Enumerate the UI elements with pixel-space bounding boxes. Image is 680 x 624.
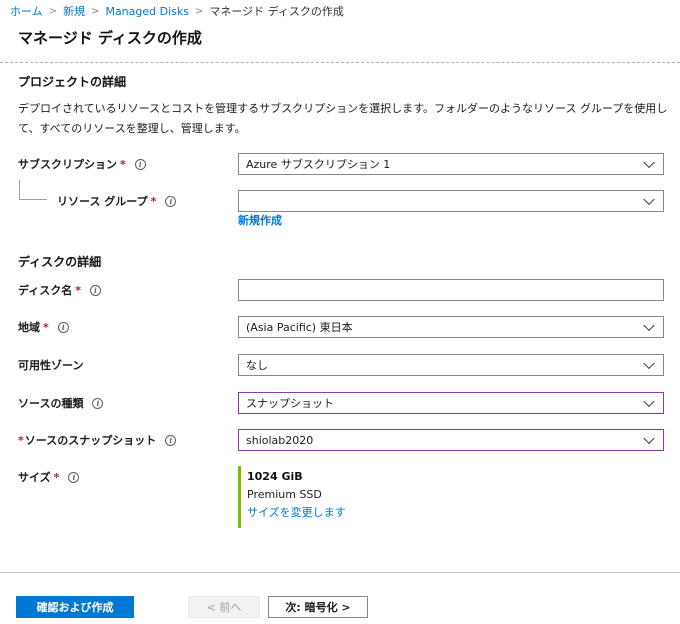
size-value: 1024 GiB [247,470,303,483]
resource-group-select[interactable] [238,190,664,212]
source-snapshot-label: * ソースのスナップショット i [18,430,177,450]
required-marker: * [43,320,49,334]
info-icon[interactable]: i [165,195,177,207]
disk-details-heading: ディスクの詳細 [18,255,102,269]
create-new-resource-group-link[interactable]: 新規作成 [238,212,282,228]
tree-connector [19,180,47,200]
header-divider [0,62,680,63]
info-icon[interactable]: i [68,471,80,483]
source-type-select[interactable]: スナップショット [238,392,664,414]
availability-zone-select-value: なし [246,359,268,372]
info-icon[interactable]: i [165,434,177,446]
size-label-text: サイズ [18,471,51,484]
availability-zone-label-text: 可用性ゾーン [18,359,84,372]
disk-name-field[interactable] [246,280,663,300]
chevron-down-icon [643,432,655,445]
required-marker: * [53,470,60,484]
chevron-down-icon [643,156,655,169]
review-create-button[interactable]: 確認および作成 [16,596,134,618]
required-marker: * [150,194,157,208]
disk-name-label-text: ディスク名 [18,284,73,297]
region-select[interactable]: (Asia Pacific) 東日本 [238,316,664,338]
breadcrumb-home[interactable]: ホーム [10,3,43,19]
source-snapshot-select[interactable]: shiolab2020 [238,429,664,451]
project-description: デプロイされているリソースとコストを管理するサブスクリプションを選択します。フォ… [18,102,668,135]
subscription-select-value: Azure サブスクリプション 1 [246,158,391,171]
size-tier: Premium SSD [247,488,322,501]
required-marker: * [120,157,126,171]
disk-name-label: ディスク名 * i [18,280,101,300]
region-select-value: (Asia Pacific) 東日本 [246,321,353,334]
chevron-right-icon: > [91,5,100,17]
info-icon[interactable]: i [92,397,104,409]
availability-zone-select[interactable]: なし [238,354,664,376]
chevron-down-icon [643,193,655,206]
previous-button[interactable]: < 前へ [188,596,260,618]
breadcrumb: ホーム > 新規 > Managed Disks > マネージド ディスクの作成 [0,0,680,22]
source-type-select-value: スナップショット [246,397,334,410]
page-title: マネージド ディスクの作成 [18,29,202,47]
size-summary: 1024 GiB Premium SSD サイズを変更します [238,466,346,528]
source-snapshot-label-text: ソースのスナップショット [24,434,157,447]
chevron-right-icon: > [48,5,58,17]
resource-group-label: リソース グループ * i [57,191,177,211]
info-icon[interactable]: i [57,321,69,333]
disk-name-input[interactable] [238,279,664,301]
chevron-down-icon [643,357,655,370]
size-label: サイズ * i [18,467,80,487]
region-label-text: 地域 [18,321,40,334]
resource-group-label-text: リソース グループ [57,195,148,208]
source-type-label-text: ソースの種類 [18,397,84,410]
change-size-link[interactable]: サイズを変更します [247,504,346,522]
chevron-down-icon [643,319,655,332]
breadcrumb-current: マネージド ディスクの作成 [209,5,344,18]
footer-divider [0,572,680,573]
chevron-down-icon [643,395,655,408]
info-icon[interactable]: i [134,158,146,170]
project-details-heading: プロジェクトの詳細 [18,75,127,89]
next-encryption-button[interactable]: 次: 暗号化 > [268,596,368,618]
subscription-label-text: サブスクリプション [18,158,117,171]
required-marker: * [75,283,81,297]
subscription-select[interactable]: Azure サブスクリプション 1 [238,153,664,175]
chevron-right-icon: > [194,5,204,17]
source-snapshot-select-value: shiolab2020 [246,433,314,447]
info-icon[interactable]: i [90,284,101,296]
required-marker: * [18,433,24,447]
availability-zone-label: 可用性ゾーン [18,355,83,375]
region-label: 地域 * i [18,317,69,337]
breadcrumb-new[interactable]: 新規 [63,3,85,19]
breadcrumb-managed-disks[interactable]: Managed Disks [105,5,189,18]
source-type-label: ソースの種類 i [18,393,104,413]
subscription-label: サブスクリプション * i [18,154,146,174]
